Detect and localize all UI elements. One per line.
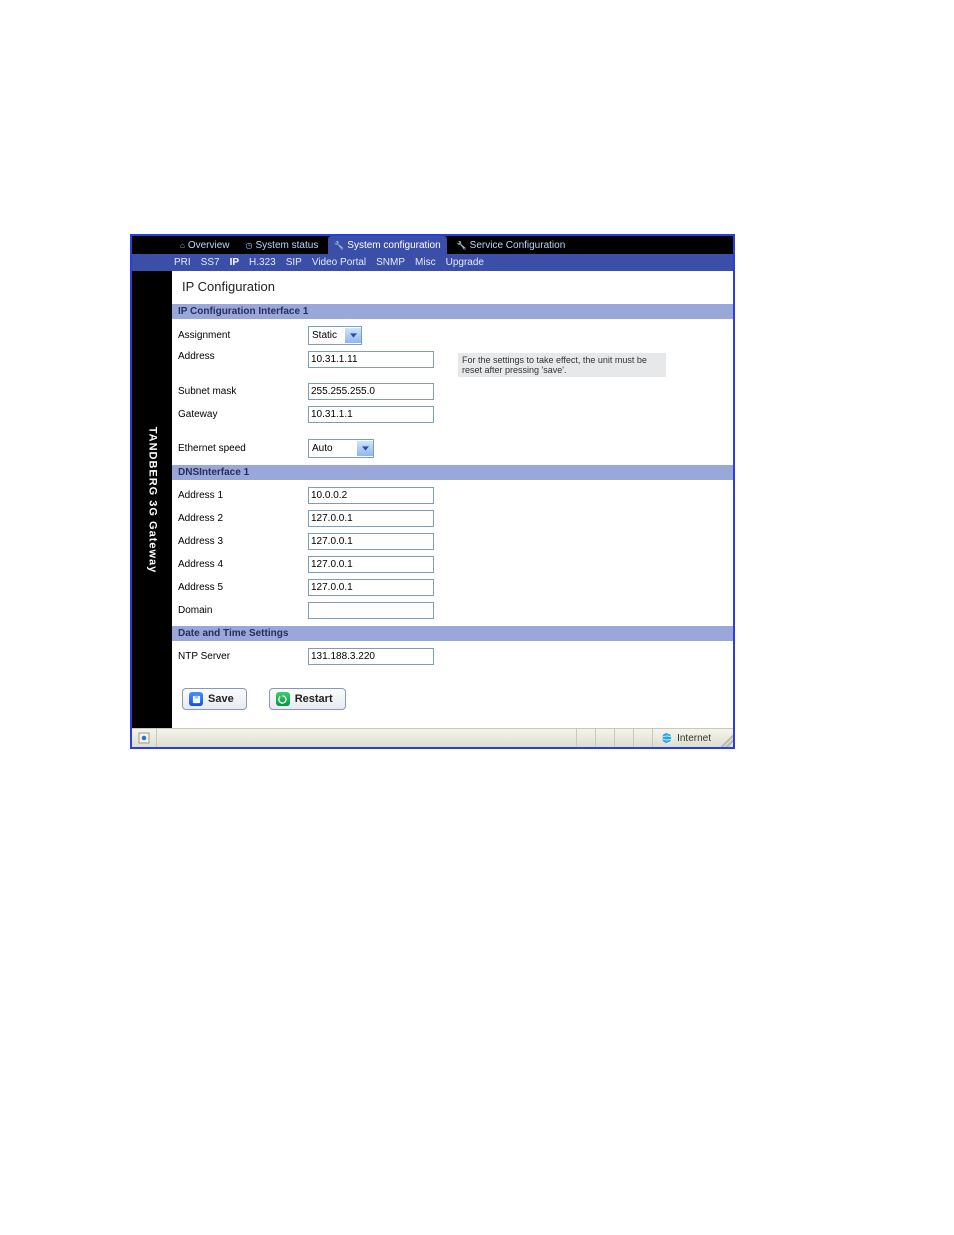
address-input[interactable] (308, 351, 434, 368)
body: TANDBERG 3G Gateway IP Configuration IP … (132, 271, 733, 728)
row-dns-addr3: Address 3 (172, 530, 733, 553)
section-header-ipif: IP Configuration Interface 1 (172, 304, 733, 319)
subtab-upgrade[interactable]: Upgrade (446, 257, 484, 268)
subtab-pri[interactable]: PRI (174, 257, 191, 268)
tab-overview[interactable]: ⌂ Overview (174, 236, 236, 254)
subtab-videoportal[interactable]: Video Portal (312, 257, 366, 268)
status-bar: Internet (132, 728, 733, 747)
subnet-label: Subnet mask (178, 386, 308, 397)
tab-label: System configuration (347, 240, 440, 251)
page-title: IP Configuration (172, 271, 733, 304)
subtab-snmp[interactable]: SNMP (376, 257, 405, 268)
row-address: Address For the settings to take effect,… (172, 348, 733, 380)
config-icon: 🔧 (334, 241, 344, 250)
button-bar: Save Restart (172, 672, 733, 728)
row-ethspeed: Ethernet speed Auto (172, 436, 733, 461)
overview-icon: ⌂ (180, 241, 185, 250)
row-ntp: NTP Server (172, 645, 733, 668)
save-icon (189, 692, 203, 706)
tab-label: Service Configuration (470, 240, 566, 251)
gateway-input[interactable] (308, 406, 434, 423)
app-window: ⌂ Overview ◷ System status 🔧 System conf… (130, 234, 735, 749)
row-subnet: Subnet mask (172, 380, 733, 403)
assignment-select[interactable]: Static (308, 326, 362, 345)
restart-button[interactable]: Restart (269, 688, 346, 710)
brand-bar: TANDBERG 3G Gateway (132, 271, 172, 728)
service-icon: 🔧 (457, 241, 467, 250)
dns-addr1-label: Address 1 (178, 490, 308, 501)
dns-addr3-input[interactable] (308, 533, 434, 550)
dns-addr5-input[interactable] (308, 579, 434, 596)
address-note: For the settings to take effect, the uni… (458, 353, 666, 377)
ethspeed-label: Ethernet speed (178, 443, 308, 454)
dns-addr3-label: Address 3 (178, 536, 308, 547)
tab-system-status[interactable]: ◷ System status (240, 236, 325, 254)
status-icon: ◷ (246, 241, 253, 250)
assignment-value: Static (312, 330, 342, 341)
dns-addr1-input[interactable] (308, 487, 434, 504)
subtab-sip[interactable]: SIP (286, 257, 302, 268)
assignment-label: Assignment (178, 330, 308, 341)
subtab-ss7[interactable]: SS7 (201, 257, 220, 268)
status-cells (576, 729, 652, 747)
section-datetime: NTP Server (172, 641, 733, 672)
chevron-down-icon (357, 441, 373, 456)
resize-grip[interactable] (719, 729, 733, 747)
secondary-tabs: PRI SS7 IP H.323 SIP Video Portal SNMP M… (132, 254, 733, 271)
dns-addr4-label: Address 4 (178, 559, 308, 570)
row-dns-domain: Domain (172, 599, 733, 622)
save-button[interactable]: Save (182, 688, 247, 710)
gateway-label: Gateway (178, 409, 308, 420)
ntp-input[interactable] (308, 648, 434, 665)
security-zone[interactable]: Internet (652, 729, 719, 747)
restart-label: Restart (295, 693, 333, 705)
save-label: Save (208, 693, 234, 705)
dns-addr2-label: Address 2 (178, 513, 308, 524)
subtab-h323[interactable]: H.323 (249, 257, 276, 268)
row-dns-addr5: Address 5 (172, 576, 733, 599)
tab-label: Overview (188, 240, 230, 251)
subtab-misc[interactable]: Misc (415, 257, 436, 268)
section-dns: Address 1 Address 2 Address 3 Address 4 … (172, 480, 733, 626)
tab-service-configuration[interactable]: 🔧 Service Configuration (451, 236, 572, 254)
section-header-dns: DNSInterface 1 (172, 465, 733, 480)
brand-text: TANDBERG 3G Gateway (146, 426, 158, 573)
row-dns-addr2: Address 2 (172, 507, 733, 530)
ethspeed-value: Auto (312, 443, 354, 454)
ethspeed-select[interactable]: Auto (308, 439, 374, 458)
row-dns-addr1: Address 1 (172, 484, 733, 507)
section-header-datetime: Date and Time Settings (172, 626, 733, 641)
tab-label: System status (256, 240, 319, 251)
dns-domain-label: Domain (178, 605, 308, 616)
row-dns-addr4: Address 4 (172, 553, 733, 576)
zone-text: Internet (677, 733, 711, 744)
dns-addr5-label: Address 5 (178, 582, 308, 593)
dns-domain-input[interactable] (308, 602, 434, 619)
address-label: Address (178, 351, 308, 362)
ntp-label: NTP Server (178, 651, 308, 662)
dns-addr2-input[interactable] (308, 510, 434, 527)
restart-icon (276, 692, 290, 706)
status-page-icon (132, 729, 157, 747)
dns-addr4-input[interactable] (308, 556, 434, 573)
internet-zone-icon (661, 732, 673, 744)
chevron-down-icon (345, 328, 361, 343)
subtab-ip[interactable]: IP (230, 257, 239, 268)
row-assignment: Assignment Static (172, 323, 733, 348)
subnet-input[interactable] (308, 383, 434, 400)
row-gateway: Gateway (172, 403, 733, 426)
content-panel: IP Configuration IP Configuration Interf… (172, 271, 733, 728)
section-ipif: Assignment Static Address (172, 319, 733, 465)
tab-system-configuration[interactable]: 🔧 System configuration (328, 236, 446, 254)
primary-tabs: ⌂ Overview ◷ System status 🔧 System conf… (132, 236, 733, 254)
